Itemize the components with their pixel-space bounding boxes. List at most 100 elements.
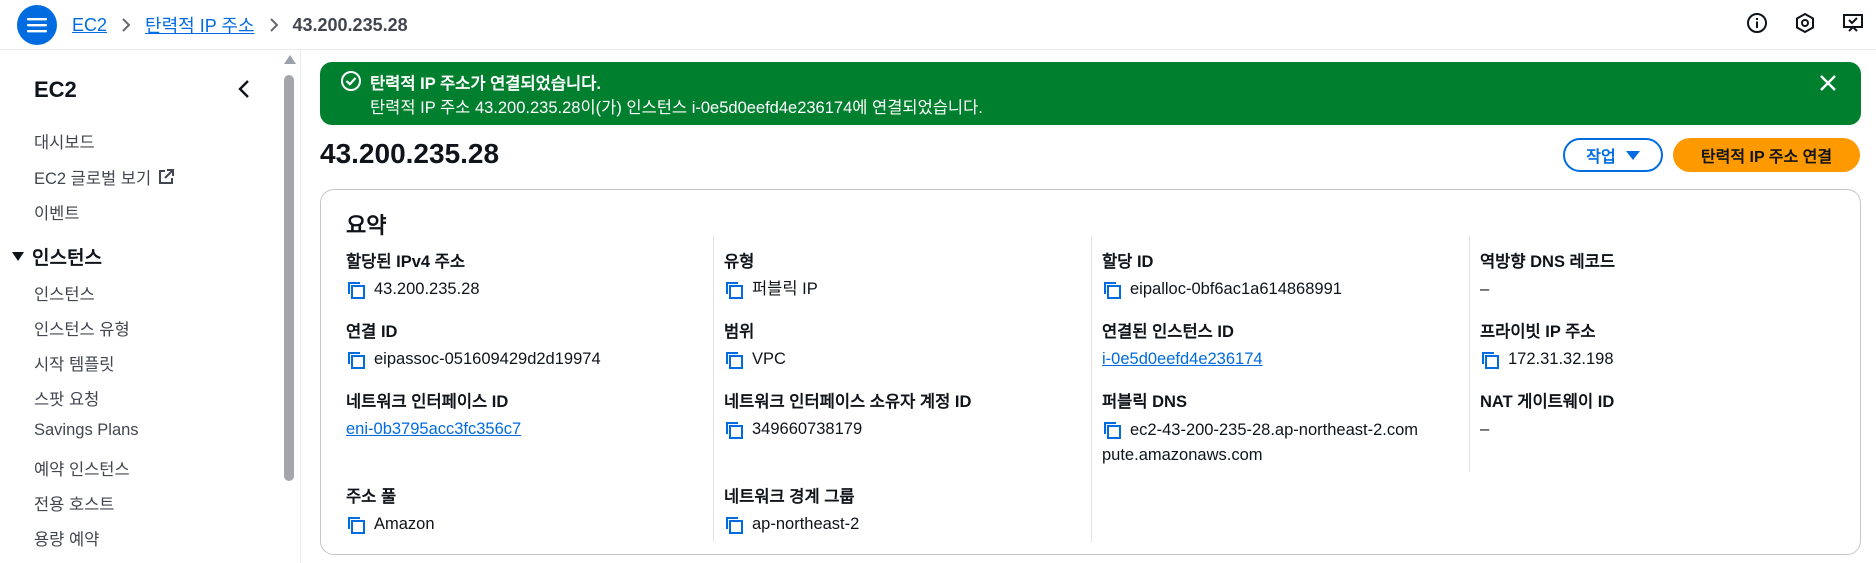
- field-label: 네트워크 인터페이스 ID: [346, 393, 509, 411]
- sidebar-item-dashboard[interactable]: 대시보드: [34, 129, 95, 153]
- field-label: NAT 게이트웨이 ID: [1480, 393, 1615, 411]
- field-label: 네트워크 경계 그룹: [724, 488, 855, 506]
- sidebar-item-label: 용량 예약: [34, 531, 100, 549]
- field-label: 퍼블릭 DNS: [1102, 393, 1187, 411]
- sidebar-item-label: 대시보드: [34, 134, 95, 152]
- field-associated-instance-id: 연결된 인스턴스 ID i-0e5d0eefd4e236174: [1102, 318, 1263, 370]
- field-value: i-0e5d0eefd4e236174: [1102, 348, 1263, 370]
- menu-button[interactable]: [17, 5, 57, 45]
- copy-icon[interactable]: [1480, 350, 1500, 370]
- field-value-text: VPC: [752, 350, 786, 368]
- copy-icon[interactable]: [1102, 280, 1122, 300]
- field-network-border-group: 네트워크 경계 그룹 ap-northeast-2: [724, 483, 859, 535]
- sidebar-item-launch-templates[interactable]: 시작 템플릿: [34, 351, 114, 375]
- field-value-text: 172.31.32.198: [1508, 350, 1614, 368]
- field-value-text: –: [1480, 280, 1490, 298]
- breadcrumb-elastic-ips[interactable]: 탄력적 IP 주소: [145, 12, 254, 38]
- copy-icon[interactable]: [1102, 420, 1122, 440]
- summary-title: 요약: [346, 213, 387, 238]
- copy-icon[interactable]: [724, 515, 744, 535]
- sidebar-item-events[interactable]: 이벤트: [34, 200, 80, 224]
- scrollbar-thumb[interactable]: [284, 75, 294, 481]
- field-private-ip: 프라이빗 IP 주소 172.31.32.198: [1480, 318, 1614, 370]
- associate-elastic-ip-button[interactable]: 탄력적 IP 주소 연결: [1673, 138, 1860, 172]
- sidebar-item-label: 예약 인스턴스: [34, 461, 130, 479]
- field-association-id: 연결 ID eipassoc-051609429d2d19974: [346, 318, 601, 370]
- chevron-left-icon: [238, 80, 249, 98]
- field-value-text: eipassoc-051609429d2d19974: [374, 350, 601, 368]
- sidebar-item-savings-plans[interactable]: Savings Plans: [34, 421, 139, 440]
- copy-icon[interactable]: [346, 515, 366, 535]
- field-value: 172.31.32.198: [1480, 348, 1614, 370]
- field-label: 할당된 IPv4 주소: [346, 253, 466, 271]
- sidebar-item-label: 인스턴스 유형: [34, 321, 130, 339]
- copy-icon[interactable]: [724, 280, 744, 300]
- sidebar-item-label: 스팟 요청: [34, 391, 100, 409]
- copy-icon[interactable]: [724, 420, 744, 440]
- instance-link[interactable]: i-0e5d0eefd4e236174: [1102, 348, 1263, 370]
- breadcrumb-current: 43.200.235.28: [292, 14, 408, 35]
- top-navigation: EC2 탄력적 IP 주소 43.200.235.28: [0, 0, 1876, 50]
- sidebar-item-spot-requests[interactable]: 스팟 요청: [34, 386, 99, 410]
- breadcrumb: EC2 탄력적 IP 주소 43.200.235.28: [72, 12, 408, 38]
- feedback-icon[interactable]: [1840, 10, 1866, 36]
- field-value-text: Amazon: [374, 515, 435, 533]
- field-value: eni-0b3795acc3fc356c7: [346, 418, 521, 440]
- field-label: 프라이빗 IP 주소: [1480, 323, 1596, 341]
- field-network-interface-owner: 네트워크 인터페이스 소유자 계정 ID 349660738179: [724, 388, 971, 440]
- sidebar-item-instance-types[interactable]: 인스턴스 유형: [34, 316, 130, 340]
- sidebar-item-reserved-instances[interactable]: 예약 인스턴스: [34, 456, 130, 480]
- copy-icon[interactable]: [346, 350, 366, 370]
- settings-hexagon-icon[interactable]: [1792, 10, 1818, 36]
- sidebar-item-label: 이벤트: [34, 205, 80, 223]
- field-value: Amazon: [346, 513, 435, 535]
- field-allocation-id: 할당 ID eipalloc-0bf6ac1a614868991: [1102, 248, 1342, 300]
- field-value-text: 퍼블릭 IP: [752, 280, 818, 298]
- field-value: eipassoc-051609429d2d19974: [346, 348, 601, 370]
- field-label: 역방향 DNS 레코드: [1480, 253, 1616, 271]
- copy-icon[interactable]: [346, 280, 366, 300]
- network-interface-link[interactable]: eni-0b3795acc3fc356c7: [346, 418, 521, 440]
- breadcrumb-ec2[interactable]: EC2: [72, 15, 107, 36]
- field-reverse-dns: 역방향 DNS 레코드 –: [1480, 248, 1615, 300]
- sidebar-item-global-view[interactable]: EC2 글로벌 보기: [34, 165, 175, 189]
- info-icon[interactable]: [1744, 10, 1770, 36]
- top-icons: [1744, 10, 1866, 36]
- page-title: 43.200.235.28: [320, 138, 500, 169]
- field-value-text: –: [1480, 420, 1490, 438]
- field-value-text: 43.200.235.28: [374, 280, 480, 298]
- close-icon: [1820, 75, 1836, 91]
- sidebar-item-capacity-reservations[interactable]: 용량 예약: [34, 526, 99, 550]
- summary-container: 요약 할당된 IPv4 주소 43.200.235.28 연결 ID eipas…: [320, 189, 1861, 555]
- field-value: –: [1480, 278, 1615, 300]
- chevron-right-icon: [269, 18, 279, 32]
- actions-dropdown-button[interactable]: 작업: [1563, 138, 1663, 172]
- field-value-text: ap-northeast-2: [752, 515, 860, 533]
- field-value: ec2-43-200-235-28.ap-northeast-2.com: [1102, 418, 1462, 443]
- sidebar-section-instances[interactable]: 인스턴스: [12, 243, 102, 270]
- collapse-sidebar-button[interactable]: [232, 77, 256, 101]
- dismiss-flash-button[interactable]: [1815, 70, 1841, 96]
- field-scope: 범위 VPC: [724, 318, 786, 370]
- sidebar-divider: [300, 51, 301, 563]
- field-allocated-ipv4: 할당된 IPv4 주소 43.200.235.28: [346, 248, 480, 300]
- flash-title: 탄력적 IP 주소가 연결되었습니다.: [370, 75, 601, 93]
- column-divider: [1091, 236, 1092, 542]
- field-value: 43.200.235.28: [346, 278, 480, 300]
- field-public-dns: 퍼블릭 DNS ec2-43-200-235-28.ap-northeast-2…: [1102, 388, 1462, 468]
- copy-icon[interactable]: [724, 350, 744, 370]
- scroll-up-arrow-icon[interactable]: [284, 55, 296, 64]
- field-value: VPC: [724, 348, 786, 370]
- caret-down-icon: [1625, 150, 1640, 160]
- caret-down-icon: [12, 251, 24, 261]
- field-value-continuation: pute.amazonaws.com: [1102, 446, 1263, 464]
- sidebar-item-instances[interactable]: 인스턴스: [34, 281, 95, 305]
- field-value-text: eipalloc-0bf6ac1a614868991: [1130, 280, 1342, 298]
- sidebar-item-label: Savings Plans: [34, 421, 139, 439]
- hamburger-icon: [27, 18, 47, 33]
- sidebar-item-dedicated-hosts[interactable]: 전용 호스트: [34, 491, 114, 515]
- field-network-interface-id: 네트워크 인터페이스 ID eni-0b3795acc3fc356c7: [346, 388, 521, 440]
- field-address-pool: 주소 풀 Amazon: [346, 483, 435, 535]
- sidebar-scrollbar[interactable]: [282, 51, 296, 563]
- field-value: 349660738179: [724, 418, 971, 440]
